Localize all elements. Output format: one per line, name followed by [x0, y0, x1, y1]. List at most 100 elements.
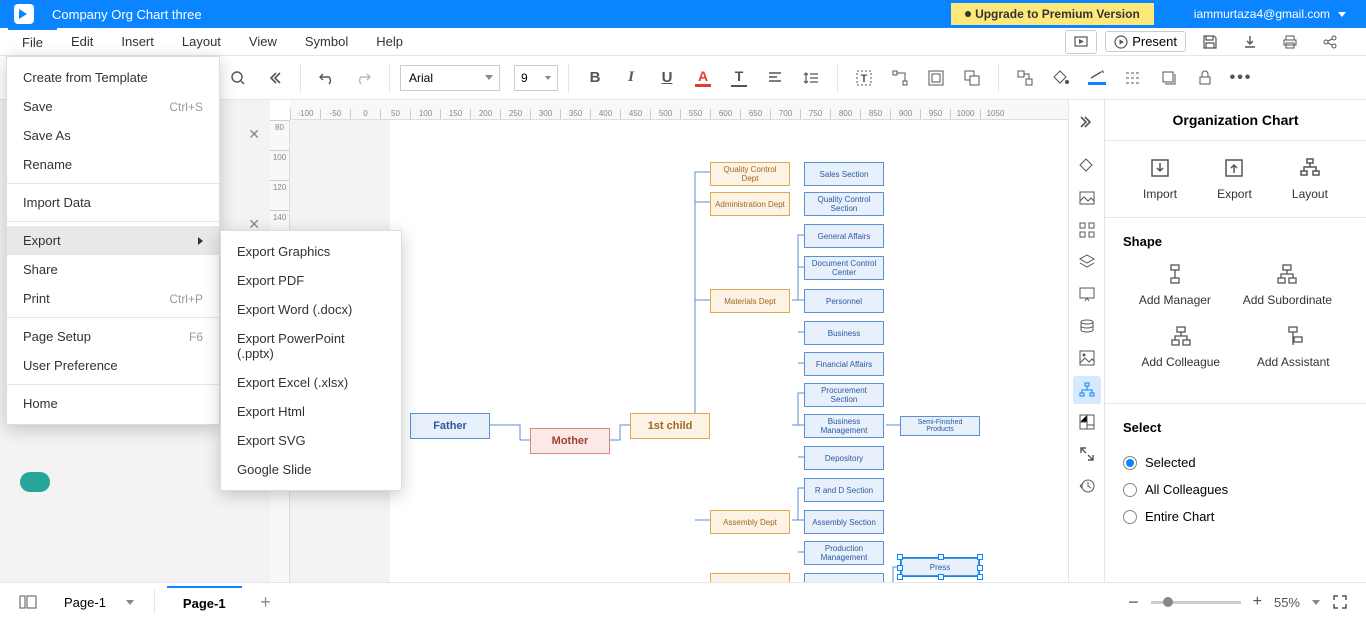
text-color-button[interactable]: A: [687, 62, 719, 94]
document-title[interactable]: Company Org Chart three: [48, 7, 202, 22]
menu-view[interactable]: View: [235, 28, 291, 55]
menu-home[interactable]: Home: [7, 389, 219, 418]
underline-button[interactable]: U: [651, 62, 683, 94]
font-family-select[interactable]: Arial: [400, 65, 500, 91]
shape-button[interactable]: [956, 62, 988, 94]
pages-panel-icon[interactable]: [12, 586, 44, 618]
add-page-button[interactable]: +: [254, 590, 278, 614]
menu-import-data[interactable]: Import Data: [7, 188, 219, 217]
zoom-out-button[interactable]: −: [1128, 592, 1139, 613]
search-icon[interactable]: [222, 62, 254, 94]
more-button[interactable]: •••: [1225, 62, 1257, 94]
font-size-select[interactable]: 9: [514, 65, 558, 91]
app-logo[interactable]: [0, 4, 48, 24]
org-node-selected[interactable]: Press: [900, 557, 980, 577]
org-node[interactable]: Press Dept: [710, 573, 790, 582]
add-manager-action[interactable]: Add Manager: [1139, 263, 1211, 307]
org-node[interactable]: Semi-Finished Products: [900, 416, 980, 436]
upgrade-button[interactable]: Upgrade to Premium Version: [951, 3, 1154, 25]
present-button[interactable]: Present: [1105, 31, 1186, 52]
menu-insert[interactable]: Insert: [107, 28, 168, 55]
org-node[interactable]: Administration Dept: [710, 192, 790, 216]
menu-file[interactable]: File: [8, 28, 57, 55]
page-tab[interactable]: Page-1: [167, 586, 242, 619]
menu-layout[interactable]: Layout: [168, 28, 235, 55]
menu-share[interactable]: Share: [7, 255, 219, 284]
org-node-father[interactable]: Father: [410, 413, 490, 439]
export-action[interactable]: Export: [1217, 157, 1252, 201]
org-node[interactable]: Quality Control Dept: [710, 162, 790, 186]
org-node[interactable]: Depository: [804, 446, 884, 470]
org-node[interactable]: Business: [804, 321, 884, 345]
grid-panel-icon[interactable]: [1073, 216, 1101, 244]
add-assistant-action[interactable]: Add Assistant: [1257, 325, 1330, 369]
menu-rename[interactable]: Rename: [7, 150, 219, 179]
arrows-panel-icon[interactable]: [1073, 440, 1101, 468]
radio-entire-chart[interactable]: Entire Chart: [1123, 503, 1348, 530]
canvas-content[interactable]: Father Mother 1st child Quality Control …: [290, 120, 1068, 582]
picture-panel-icon[interactable]: [1073, 344, 1101, 372]
zoom-in-button[interactable]: +: [1253, 593, 1262, 611]
menu-print[interactable]: PrintCtrl+P: [7, 284, 219, 313]
menu-symbol[interactable]: Symbol: [291, 28, 362, 55]
shadow-button[interactable]: [1153, 62, 1185, 94]
org-chart-panel-icon[interactable]: [1073, 376, 1101, 404]
download-button[interactable]: [1234, 30, 1266, 54]
database-panel-icon[interactable]: [1073, 312, 1101, 340]
export-word[interactable]: Export Word (.docx): [221, 295, 401, 324]
zoom-slider[interactable]: [1151, 601, 1241, 604]
export-excel[interactable]: Export Excel (.xlsx): [221, 368, 401, 397]
menu-edit[interactable]: Edit: [57, 28, 107, 55]
menu-page-setup[interactable]: Page SetupF6: [7, 322, 219, 351]
menu-create-template[interactable]: Create from Template: [7, 63, 219, 92]
text-highlight-button[interactable]: T: [723, 62, 755, 94]
radio-selected[interactable]: Selected: [1123, 449, 1348, 476]
collapse-left-icon[interactable]: [258, 62, 290, 94]
menu-export[interactable]: Export: [7, 226, 219, 255]
slideshow-button[interactable]: [1065, 30, 1097, 54]
lock-button[interactable]: [1189, 62, 1221, 94]
save-button[interactable]: [1194, 30, 1226, 54]
org-node-mother[interactable]: Mother: [530, 428, 610, 454]
org-node[interactable]: Quality Control Section: [804, 192, 884, 216]
group-button[interactable]: [1009, 62, 1041, 94]
export-svg[interactable]: Export SVG: [221, 426, 401, 455]
connector-button[interactable]: [884, 62, 916, 94]
share-button[interactable]: [1314, 30, 1346, 54]
add-colleague-action[interactable]: Add Colleague: [1141, 325, 1220, 369]
history-panel-icon[interactable]: [1073, 472, 1101, 500]
floor-plan-panel-icon[interactable]: [1073, 408, 1101, 436]
org-node[interactable]: Assembly Section: [804, 510, 884, 534]
org-node[interactable]: Document Control Center: [804, 256, 884, 280]
export-powerpoint[interactable]: Export PowerPoint (.pptx): [221, 324, 401, 368]
export-google-slide[interactable]: Google Slide: [221, 455, 401, 484]
fill-panel-icon[interactable]: [1073, 152, 1101, 180]
image-panel-icon[interactable]: [1073, 184, 1101, 212]
layout-action[interactable]: Layout: [1292, 157, 1328, 201]
menu-help[interactable]: Help: [362, 28, 417, 55]
undo-button[interactable]: [311, 62, 343, 94]
org-node[interactable]: Assembly Dept: [710, 510, 790, 534]
export-html[interactable]: Export Html: [221, 397, 401, 426]
italic-button[interactable]: I: [615, 62, 647, 94]
org-node[interactable]: General Affairs: [804, 224, 884, 248]
org-node-first-child[interactable]: 1st child: [630, 413, 710, 439]
org-node[interactable]: R and D Section: [804, 478, 884, 502]
text-tool-button[interactable]: T: [848, 62, 880, 94]
collapse-right-icon[interactable]: [1073, 108, 1101, 136]
fullscreen-button[interactable]: [1332, 594, 1348, 610]
org-node[interactable]: Sales Section: [804, 162, 884, 186]
line-style-button[interactable]: [1117, 62, 1149, 94]
export-pdf[interactable]: Export PDF: [221, 266, 401, 295]
container-button[interactable]: [920, 62, 952, 94]
chevron-down-icon[interactable]: [1312, 600, 1320, 605]
presentation-panel-icon[interactable]: [1073, 280, 1101, 308]
sidebar-chip[interactable]: [20, 472, 50, 492]
org-node[interactable]: Financial Affairs: [804, 352, 884, 376]
import-action[interactable]: Import: [1143, 157, 1177, 201]
org-node[interactable]: Personnel: [804, 289, 884, 313]
radio-all-colleagues[interactable]: All Colleagues: [1123, 476, 1348, 503]
org-node[interactable]: Materials Dept: [710, 289, 790, 313]
menu-save[interactable]: SaveCtrl+S: [7, 92, 219, 121]
add-subordinate-action[interactable]: Add Subordinate: [1243, 263, 1332, 307]
